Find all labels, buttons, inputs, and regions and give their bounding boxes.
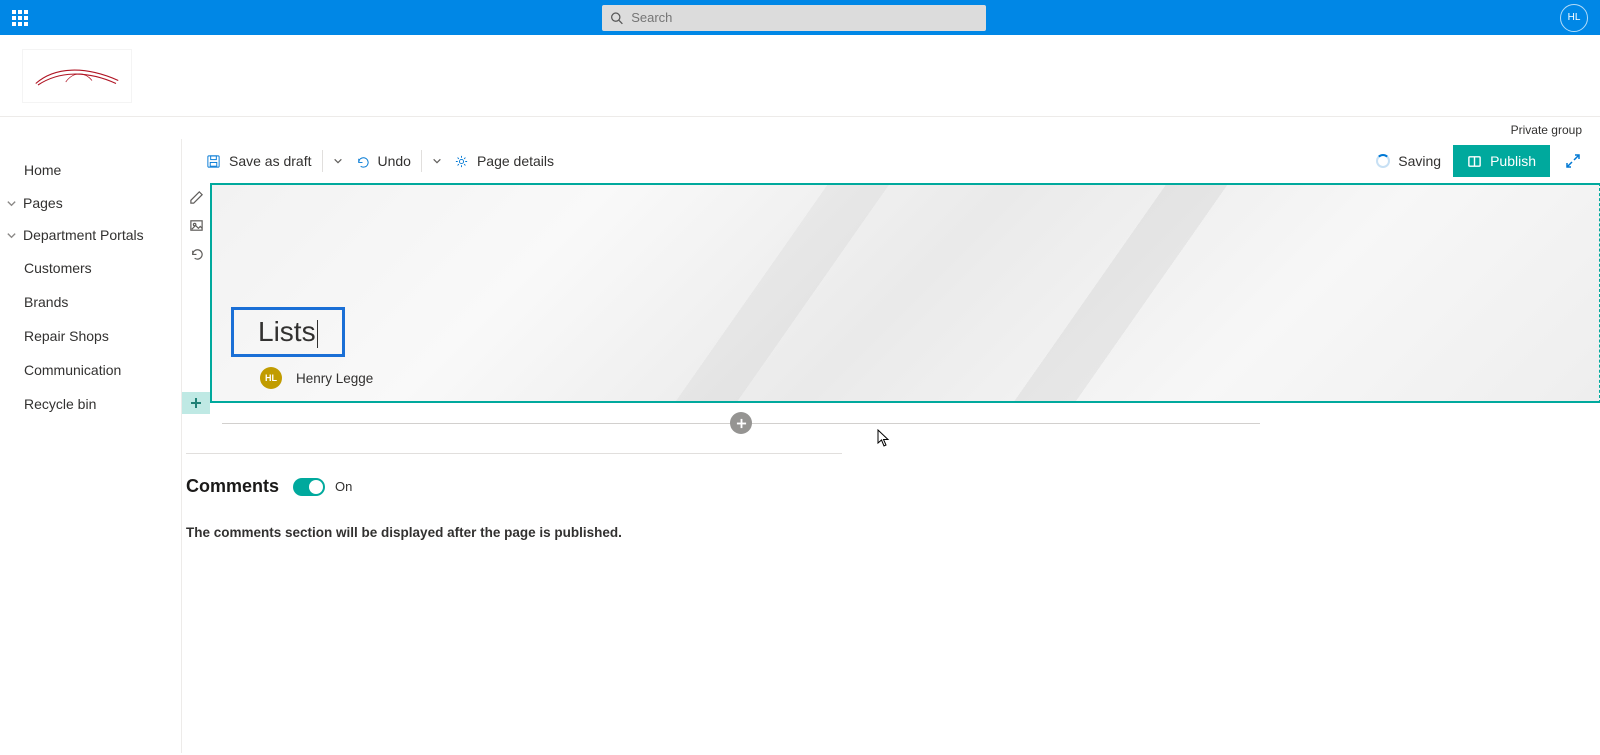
- toggle-knob: [309, 480, 323, 494]
- user-avatar-initials: HL: [1568, 12, 1581, 23]
- hero-banner[interactable]: Lists HL Henry Legge: [210, 183, 1600, 403]
- author-name: Henry Legge: [296, 371, 373, 386]
- comments-section: Comments On The comments section will be…: [186, 453, 842, 540]
- plus-icon: [736, 418, 747, 429]
- page-details-label: Page details: [477, 153, 554, 169]
- page-details-button[interactable]: Page details: [448, 139, 560, 183]
- comments-toggle-label: On: [335, 479, 352, 494]
- page-title-text: Lists: [258, 316, 316, 347]
- text-caret: [317, 320, 318, 348]
- undo-icon: [189, 246, 204, 261]
- publish-button[interactable]: Publish: [1453, 145, 1550, 177]
- pencil-icon: [189, 190, 204, 205]
- user-avatar[interactable]: HL: [1560, 4, 1588, 32]
- reset-webpart-button[interactable]: [182, 239, 210, 267]
- search-input[interactable]: [631, 10, 978, 25]
- chevron-down-icon: [6, 230, 17, 241]
- search-icon: [610, 11, 623, 25]
- site-logo[interactable]: [22, 49, 132, 103]
- nav-brands[interactable]: Brands: [0, 285, 181, 319]
- webpart-toolbar: [182, 183, 210, 267]
- main-content: Save as draft Undo Page details Saving P…: [182, 139, 1600, 753]
- image-webpart-button[interactable]: [182, 211, 210, 239]
- expand-button[interactable]: [1564, 152, 1582, 170]
- left-navigation: Home Pages Department Portals Customers …: [0, 139, 182, 753]
- separator: [322, 150, 323, 172]
- comments-note: The comments section will be displayed a…: [186, 525, 842, 540]
- saving-indicator: Saving: [1376, 153, 1441, 169]
- nav-repair-shops[interactable]: Repair Shops: [0, 319, 181, 353]
- command-bar: Save as draft Undo Page details Saving P…: [182, 139, 1600, 183]
- separator: [421, 150, 422, 172]
- search-box[interactable]: [602, 5, 986, 31]
- saving-label: Saving: [1398, 153, 1441, 169]
- image-icon: [189, 218, 204, 233]
- author-initials: HL: [265, 373, 277, 383]
- comments-toggle[interactable]: [293, 478, 325, 496]
- add-webpart-divider: [222, 411, 1260, 435]
- app-launcher-icon[interactable]: [12, 10, 28, 26]
- search-container: [28, 5, 1560, 31]
- undo-label: Undo: [378, 153, 411, 169]
- nav-department-portals[interactable]: Department Portals: [0, 219, 181, 251]
- save-dropdown[interactable]: [333, 156, 343, 166]
- title-area: Lists HL Henry Legge: [182, 183, 1600, 403]
- plus-icon: [190, 397, 202, 409]
- car-logo-icon: [32, 61, 122, 91]
- nav-department-portals-label: Department Portals: [23, 227, 144, 243]
- nav-home[interactable]: Home: [0, 153, 181, 187]
- edit-webpart-button[interactable]: [182, 183, 210, 211]
- add-webpart-button[interactable]: [730, 412, 752, 434]
- add-section-rail-button[interactable]: [182, 392, 210, 414]
- publish-icon: [1467, 154, 1482, 169]
- site-header: [0, 35, 1600, 117]
- chevron-down-icon: [6, 198, 17, 209]
- nav-recycle-bin[interactable]: Recycle bin: [0, 387, 181, 421]
- save-as-draft-button[interactable]: Save as draft: [200, 139, 318, 183]
- nav-pages[interactable]: Pages: [0, 187, 181, 219]
- undo-button[interactable]: Undo: [349, 139, 417, 183]
- nav-customers[interactable]: Customers: [0, 251, 181, 285]
- expand-icon: [1564, 152, 1582, 170]
- comments-heading: Comments: [186, 476, 279, 497]
- gear-icon: [454, 154, 469, 169]
- save-as-draft-label: Save as draft: [229, 153, 312, 169]
- page-title-input[interactable]: Lists: [231, 307, 345, 357]
- nav-communication[interactable]: Communication: [0, 353, 181, 387]
- publish-label: Publish: [1490, 153, 1536, 169]
- suite-header: HL: [0, 0, 1600, 35]
- undo-dropdown[interactable]: [432, 156, 442, 166]
- save-icon: [206, 154, 221, 169]
- nav-pages-label: Pages: [23, 195, 63, 211]
- spinner-icon: [1376, 154, 1390, 168]
- author-avatar: HL: [260, 367, 282, 389]
- undo-icon: [355, 154, 370, 169]
- page-author[interactable]: HL Henry Legge: [260, 367, 373, 389]
- privacy-label: Private group: [0, 117, 1600, 139]
